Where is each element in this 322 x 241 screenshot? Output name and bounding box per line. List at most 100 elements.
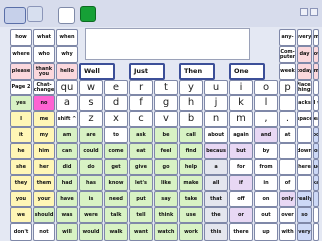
key-button[interactable]: help xyxy=(179,159,203,175)
key-button[interactable]: is xyxy=(79,191,103,207)
key-button[interactable]: don't xyxy=(10,223,32,241)
key-button[interactable]: that xyxy=(204,191,228,207)
key-button[interactable]: from xyxy=(254,159,278,175)
key-button[interactable]: he xyxy=(10,143,32,159)
key-button[interactable]: please xyxy=(10,63,32,80)
key-button[interactable]: now xyxy=(313,46,319,63)
key-button[interactable]: come xyxy=(104,143,128,159)
key-button[interactable]: on xyxy=(254,191,278,207)
prediction-key[interactable]: Just xyxy=(129,63,165,80)
key-button[interactable]: y xyxy=(179,80,203,95)
key-button[interactable]: x xyxy=(104,111,128,127)
key-button[interactable]: really xyxy=(297,191,312,207)
key-button[interactable]: space xyxy=(297,111,312,127)
key-button[interactable]: all xyxy=(204,175,228,191)
key-button[interactable] xyxy=(279,143,296,159)
key-button[interactable]: she xyxy=(10,159,32,175)
key-button[interactable]: ask xyxy=(129,127,153,143)
key-button[interactable] xyxy=(297,175,312,191)
key-button[interactable]: i xyxy=(229,80,253,95)
key-button[interactable]: a xyxy=(204,159,228,175)
key-button[interactable]: eat xyxy=(129,143,153,159)
key-button[interactable]: w xyxy=(79,80,103,95)
key-button[interactable]: do xyxy=(79,159,103,175)
key-button[interactable]: of xyxy=(279,175,296,191)
key-button[interactable]: call xyxy=(179,127,203,143)
key-button[interactable]: where xyxy=(10,46,32,63)
key-button[interactable]: n xyxy=(204,111,228,127)
key-button[interactable]: walk xyxy=(104,223,128,241)
key-button[interactable]: me xyxy=(33,111,55,127)
key-button[interactable]: no xyxy=(33,95,55,111)
key-button[interactable]: tell xyxy=(129,207,153,223)
key-button[interactable]: find xyxy=(179,143,203,159)
key-button[interactable]: o xyxy=(254,80,278,95)
key-button[interactable] xyxy=(279,159,296,175)
key-button[interactable]: be xyxy=(154,127,178,143)
key-button[interactable]: like xyxy=(154,175,178,191)
key-button[interactable]: put xyxy=(129,191,153,207)
key-button[interactable]: by xyxy=(254,143,278,159)
key-button[interactable]: here xyxy=(297,159,312,175)
key-button[interactable]: u xyxy=(204,80,228,95)
key-button[interactable]: want xyxy=(129,223,153,241)
key-button[interactable]: qu xyxy=(56,80,78,95)
key-button[interactable]: my xyxy=(33,127,55,143)
key-button[interactable]: up xyxy=(254,223,278,241)
key-button[interactable]: shift ^ xyxy=(56,111,78,127)
key-button[interactable]: with xyxy=(279,223,296,241)
key-button[interactable]: only xyxy=(279,191,296,207)
key-button[interactable]: v xyxy=(154,111,178,127)
key-button[interactable]: did xyxy=(56,159,78,175)
key-button[interactable] xyxy=(313,191,319,207)
key-button[interactable]: watch xyxy=(154,223,178,241)
key-button[interactable]: am xyxy=(56,127,78,143)
key-button[interactable]: for xyxy=(229,159,253,175)
key-button[interactable]: okay xyxy=(313,175,319,191)
key-button[interactable]: z xyxy=(79,111,103,127)
key-button[interactable]: not xyxy=(33,223,55,241)
key-button[interactable]: m xyxy=(229,111,253,127)
key-button[interactable]: off xyxy=(229,191,253,207)
key-button[interactable] xyxy=(313,223,319,241)
key-button[interactable]: it xyxy=(10,127,32,143)
key-button[interactable]: today xyxy=(297,63,312,80)
keyboard-icon[interactable] xyxy=(4,7,26,24)
key-button[interactable]: backsp xyxy=(297,95,312,111)
key-button[interactable]: k xyxy=(229,95,253,111)
key-button[interactable]: use xyxy=(179,207,203,223)
key-button[interactable]: have xyxy=(56,191,78,207)
key-button[interactable]: will xyxy=(56,223,78,241)
key-button[interactable]: has xyxy=(79,175,103,191)
key-button[interactable]: give xyxy=(129,159,153,175)
key-button[interactable]: yes xyxy=(10,95,32,111)
key-button[interactable]: much xyxy=(313,159,319,175)
key-button[interactable]: let's xyxy=(129,175,153,191)
mail-icon[interactable] xyxy=(58,7,75,24)
key-button[interactable]: talk xyxy=(104,207,128,223)
key-button[interactable]: every- xyxy=(297,29,312,46)
key-button[interactable]: h xyxy=(179,95,203,111)
settings-icon[interactable] xyxy=(80,6,96,22)
key-button[interactable]: Com-puter xyxy=(279,46,296,63)
key-button[interactable] xyxy=(313,80,319,95)
prediction-key[interactable]: Well xyxy=(79,63,115,80)
key-button[interactable]: r xyxy=(129,80,153,95)
key-button[interactable]: clear xyxy=(313,111,319,127)
key-button[interactable]: becaus xyxy=(204,143,228,159)
key-button[interactable]: day xyxy=(297,46,312,63)
key-button[interactable]: in xyxy=(254,175,278,191)
key-button[interactable]: who xyxy=(33,46,55,63)
key-button[interactable]: make xyxy=(179,175,203,191)
key-button[interactable]: go xyxy=(154,159,178,175)
prediction-key[interactable]: One xyxy=(229,63,265,80)
prediction-key[interactable]: Then xyxy=(179,63,215,80)
key-button[interactable]: was xyxy=(56,207,78,223)
key-button[interactable]: and xyxy=(254,127,278,143)
message-window[interactable] xyxy=(85,28,250,60)
key-button[interactable]: were xyxy=(79,207,103,223)
key-button[interactable]: say xyxy=(154,191,178,207)
key-button[interactable]: . xyxy=(279,111,296,127)
key-button[interactable]: week xyxy=(279,63,296,80)
key-button[interactable]: again xyxy=(229,127,253,143)
